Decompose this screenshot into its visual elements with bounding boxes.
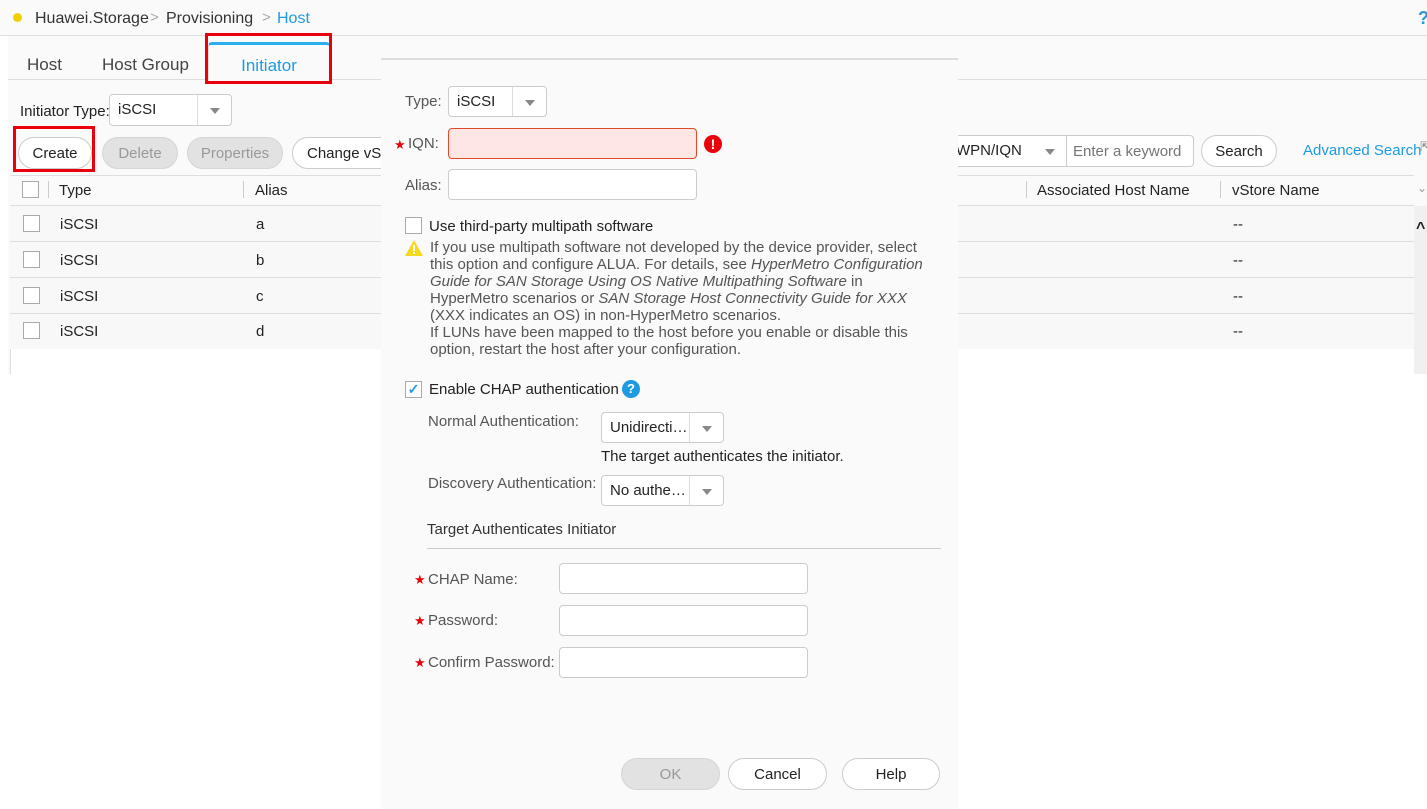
doc-reference: SAN Storage Host Connectivity Guide for … <box>598 290 907 307</box>
row-checkbox[interactable] <box>23 287 40 304</box>
required-asterisk-icon: ★ <box>414 572 426 587</box>
normal-auth-select[interactable]: Unidirecti… <box>601 412 724 443</box>
search-button[interactable]: Search <box>1201 135 1277 167</box>
tab-host[interactable]: Host <box>27 55 62 75</box>
confirm-password-label: Confirm Password: <box>428 654 555 671</box>
column-separator <box>48 181 49 198</box>
cell-alias: a <box>256 216 265 233</box>
confirm-password-input[interactable] <box>559 647 808 678</box>
multipath-warning-text: If you use multipath software not develo… <box>430 239 930 358</box>
cell-vstore: -- <box>1233 252 1243 269</box>
cell-type: iSCSI <box>60 323 99 340</box>
type-value: iSCSI <box>457 93 496 110</box>
help-question-icon[interactable]: ? <box>622 380 640 398</box>
discovery-auth-select[interactable]: No authe… <box>601 475 724 506</box>
search-input[interactable] <box>1066 135 1194 167</box>
chevron-down-icon <box>197 95 231 125</box>
change-vstore-button[interactable]: Change vS <box>292 137 392 169</box>
status-dot-icon <box>13 13 22 22</box>
help-button[interactable]: Help <box>842 758 940 790</box>
chevron-down-icon <box>689 476 723 505</box>
breadcrumb-item-storage[interactable]: Huawei.Storage <box>35 10 149 28</box>
iqn-label: IQN: <box>408 135 439 152</box>
chap-label[interactable]: Enable CHAP authentication <box>429 381 619 398</box>
chevron-down-icon <box>1033 136 1067 166</box>
initiator-type-select[interactable]: iSCSI <box>109 94 232 126</box>
column-separator <box>1220 181 1221 198</box>
normal-auth-hint: The target authenticates the initiator. <box>601 448 844 465</box>
cancel-button[interactable]: Cancel <box>728 758 827 790</box>
breadcrumb-item-provisioning[interactable]: Provisioning <box>166 10 253 28</box>
help-icon[interactable]: ? <box>1418 8 1427 29</box>
select-all-checkbox[interactable] <box>22 181 39 198</box>
delete-button[interactable]: Delete <box>102 137 178 169</box>
collapse-icon[interactable]: ⇱ <box>1420 139 1427 155</box>
multipath-checkbox[interactable] <box>405 217 422 234</box>
advanced-search-link[interactable]: Advanced Search <box>1303 142 1421 159</box>
search-field-value: WPN/IQN <box>956 142 1022 159</box>
chap-checkbox[interactable]: ✓ <box>405 381 422 398</box>
initiator-type-value: iSCSI <box>118 101 157 118</box>
type-select[interactable]: iSCSI <box>448 86 547 117</box>
chevron-right-icon: > <box>150 9 159 26</box>
required-asterisk-icon: ★ <box>394 137 406 152</box>
alias-input[interactable] <box>448 169 697 200</box>
cell-alias: b <box>256 252 265 269</box>
normal-auth-label: Normal Authentication: <box>428 413 579 430</box>
highlight-box-initiator-tab <box>205 33 332 84</box>
discovery-auth-value: No authe… <box>610 482 686 499</box>
discovery-auth-label: Discovery Authentication: <box>428 475 597 492</box>
cell-vstore: -- <box>1233 323 1243 340</box>
chap-name-input[interactable] <box>559 563 808 594</box>
row-checkbox[interactable] <box>23 215 40 232</box>
cell-vstore: -- <box>1233 288 1243 305</box>
error-icon: ! <box>704 135 722 153</box>
properties-button[interactable]: Properties <box>187 137 283 169</box>
warning-icon <box>405 240 423 256</box>
column-separator <box>243 181 244 198</box>
tab-host-group[interactable]: Host Group <box>102 55 189 75</box>
required-asterisk-icon: ★ <box>414 613 426 628</box>
cell-type: iSCSI <box>60 288 99 305</box>
initiator-type-label: Initiator Type: <box>20 103 110 120</box>
chap-name-label: CHAP Name: <box>428 571 518 588</box>
cell-vstore: -- <box>1233 216 1243 233</box>
cell-type: iSCSI <box>60 252 99 269</box>
section-divider <box>427 548 941 549</box>
iqn-input[interactable] <box>448 128 697 159</box>
normal-auth-value: Unidirecti… <box>610 419 688 436</box>
ok-button[interactable]: OK <box>621 758 720 790</box>
column-header-associated-host[interactable]: Associated Host Name <box>1037 182 1190 199</box>
chevron-right-icon: > <box>262 9 271 26</box>
column-settings-icon[interactable]: ⌄ <box>1417 181 1427 195</box>
chevron-down-icon <box>512 87 546 116</box>
warning-text: If LUNs have been mapped to the host bef… <box>430 324 908 358</box>
type-label: Type: <box>405 93 442 110</box>
column-header-alias[interactable]: Alias <box>255 182 288 199</box>
cell-type: iSCSI <box>60 216 99 233</box>
password-label: Password: <box>428 612 499 629</box>
section-title: Target Authenticates Initiator <box>427 521 617 538</box>
column-header-type[interactable]: Type <box>59 182 92 199</box>
row-checkbox[interactable] <box>23 322 40 339</box>
scroll-up-icon[interactable]: ^ <box>1416 220 1425 238</box>
password-input[interactable] <box>559 605 808 636</box>
cell-alias: c <box>256 288 264 305</box>
chevron-down-icon <box>689 413 723 442</box>
cell-alias: d <box>256 323 265 340</box>
search-field-select[interactable]: WPN/IQN <box>940 135 1067 167</box>
warning-text: (XXX indicates an OS) in non-HyperMetro … <box>430 307 781 324</box>
column-header-vstore[interactable]: vStore Name <box>1232 182 1320 199</box>
multipath-label[interactable]: Use third-party multipath software <box>429 218 653 235</box>
required-asterisk-icon: ★ <box>414 655 426 670</box>
highlight-box-create <box>13 126 95 172</box>
alias-label: Alias: <box>405 177 442 194</box>
column-separator <box>1026 181 1027 198</box>
breadcrumb-item-host: Host <box>277 10 310 27</box>
row-checkbox[interactable] <box>23 251 40 268</box>
